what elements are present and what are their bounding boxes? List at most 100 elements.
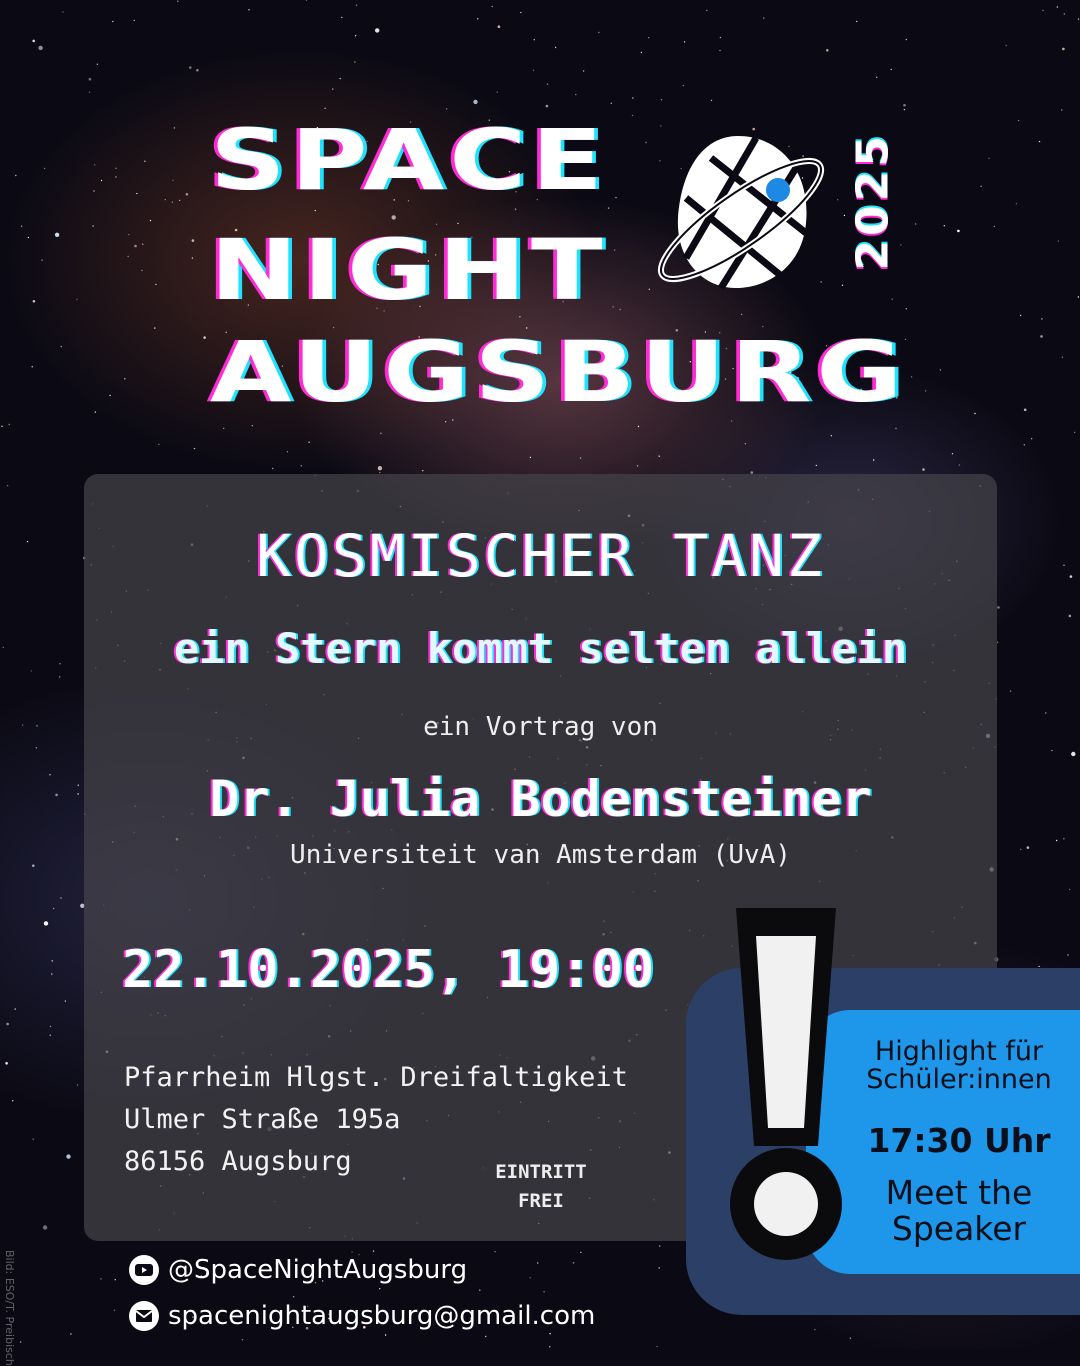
star	[537, 1262, 539, 1264]
star	[76, 1084, 79, 1086]
star	[1069, 575, 1073, 578]
star	[12, 1100, 14, 1102]
star	[479, 1289, 481, 1291]
venue-city: 86156 Augsburg	[124, 1146, 352, 1177]
star	[849, 1337, 852, 1339]
star	[719, 49, 721, 52]
star	[223, 427, 225, 430]
email-contact[interactable]: spacenightaugsburg@gmail.com	[128, 1300, 595, 1332]
star	[996, 641, 999, 643]
star	[15, 174, 17, 177]
star	[1071, 751, 1076, 757]
star	[1063, 838, 1065, 840]
email-address[interactable]: spacenightaugsburg@gmail.com	[168, 1301, 595, 1331]
star	[549, 1346, 551, 1348]
star	[1045, 712, 1047, 714]
star	[77, 784, 80, 786]
star	[43, 921, 49, 926]
star	[88, 77, 92, 81]
star	[1, 425, 3, 427]
star	[59, 663, 61, 665]
star	[640, 51, 642, 54]
star	[305, 0, 308, 1]
star	[957, 229, 960, 233]
star	[155, 283, 157, 286]
star	[76, 298, 78, 301]
star	[22, 724, 24, 726]
star	[93, 190, 95, 192]
star	[494, 1251, 496, 1253]
star	[32, 1138, 34, 1140]
star	[1009, 690, 1012, 692]
star	[193, 447, 196, 450]
star	[1041, 318, 1043, 320]
star	[128, 233, 130, 236]
star	[1068, 614, 1072, 618]
star	[549, 1333, 551, 1335]
star	[900, 244, 902, 246]
star	[41, 259, 43, 261]
byline: ein Vortrag von	[423, 712, 658, 742]
star	[636, 465, 639, 467]
star	[980, 185, 982, 187]
star	[607, 207, 610, 209]
orbit-planet-logo-icon	[657, 136, 825, 291]
star	[763, 17, 765, 19]
star	[94, 164, 96, 166]
star	[1063, 564, 1065, 566]
star	[905, 38, 907, 41]
star	[64, 1000, 67, 1002]
star	[545, 104, 549, 108]
star	[706, 9, 708, 12]
star	[27, 236, 30, 239]
star	[134, 244, 137, 248]
star	[377, 466, 383, 471]
star	[173, 127, 176, 129]
star	[32, 39, 35, 43]
star	[60, 897, 62, 899]
star	[656, 1345, 658, 1348]
star	[66, 1154, 71, 1159]
star	[127, 255, 129, 258]
exclamation-icon	[730, 908, 842, 1260]
star	[54, 232, 60, 237]
star	[997, 606, 1000, 609]
star	[49, 1025, 52, 1028]
star	[943, 225, 945, 227]
highlight-line2: Schüler:innen	[866, 1064, 1052, 1095]
youtube-contact[interactable]: @SpaceNightAugsburg	[128, 1254, 467, 1286]
star	[710, 99, 713, 102]
star	[124, 378, 126, 380]
star	[533, 39, 535, 41]
star	[648, 37, 650, 39]
star	[1015, 203, 1018, 205]
star	[826, 49, 829, 52]
star	[324, 107, 326, 110]
star	[1051, 749, 1053, 752]
star	[308, 441, 310, 443]
star	[446, 108, 448, 110]
star	[814, 1328, 816, 1331]
star	[632, 97, 634, 99]
star	[873, 459, 875, 461]
youtube-handle[interactable]: @SpaceNightAugsburg	[168, 1255, 467, 1285]
star	[133, 19, 135, 22]
star	[719, 36, 722, 39]
star	[988, 157, 990, 159]
star	[158, 443, 160, 445]
star	[1017, 119, 1020, 122]
star	[100, 179, 103, 182]
star	[248, 9, 250, 11]
star	[631, 114, 634, 117]
star	[92, 225, 94, 227]
star	[2, 646, 4, 649]
star	[1026, 846, 1030, 849]
star	[49, 1034, 51, 1036]
star	[939, 369, 942, 371]
star	[51, 960, 53, 962]
star	[856, 20, 858, 23]
star	[1019, 314, 1022, 317]
star	[546, 83, 549, 85]
star	[144, 160, 146, 162]
star	[77, 793, 79, 795]
